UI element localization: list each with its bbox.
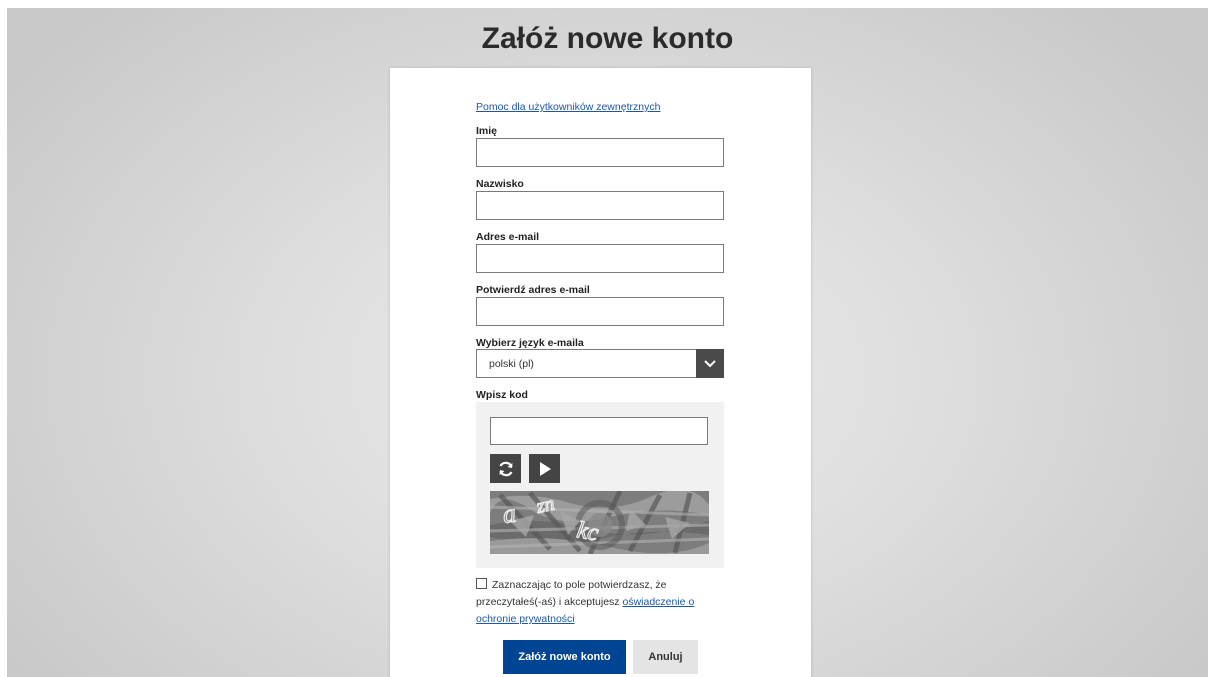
page-background: Załóż nowe konto Pomoc dla użytkowników … xyxy=(7,8,1208,677)
language-select[interactable]: polski (pl) xyxy=(476,349,724,378)
page-title: Załóż nowe konto xyxy=(481,22,734,55)
refresh-icon[interactable] xyxy=(490,454,521,483)
last-name-input[interactable] xyxy=(476,191,724,220)
chevron-down-icon[interactable] xyxy=(696,349,724,378)
create-account-button[interactable]: Załóż nowe konto xyxy=(503,640,626,674)
consent-block: Zaznaczając to pole potwierdzasz, że prz… xyxy=(476,577,716,628)
confirm-email-label: Potwierdź adres e-mail xyxy=(476,284,590,296)
first-name-input[interactable] xyxy=(476,138,724,167)
captcha-image: a zn kc xyxy=(490,491,709,554)
language-selected-value: polski (pl) xyxy=(489,358,534,370)
last-name-label: Nazwisko xyxy=(476,178,524,190)
consent-checkbox[interactable] xyxy=(476,578,487,589)
captcha-panel: a zn kc xyxy=(476,402,724,568)
email-label: Adres e-mail xyxy=(476,231,540,243)
cancel-button[interactable]: Anuluj xyxy=(633,640,698,674)
captcha-input[interactable] xyxy=(490,417,708,445)
captcha-label: Wpisz kod xyxy=(476,389,528,401)
play-icon[interactable] xyxy=(529,454,560,483)
help-link[interactable]: Pomoc dla użytkowników zewnętrznych xyxy=(476,101,660,113)
confirm-email-input[interactable] xyxy=(476,297,724,326)
registration-form-card: Pomoc dla użytkowników zewnętrznych Imię… xyxy=(390,68,811,677)
language-label: Wybierz język e-maila xyxy=(476,337,584,349)
email-input[interactable] xyxy=(476,244,724,273)
first-name-label: Imię xyxy=(476,125,498,137)
